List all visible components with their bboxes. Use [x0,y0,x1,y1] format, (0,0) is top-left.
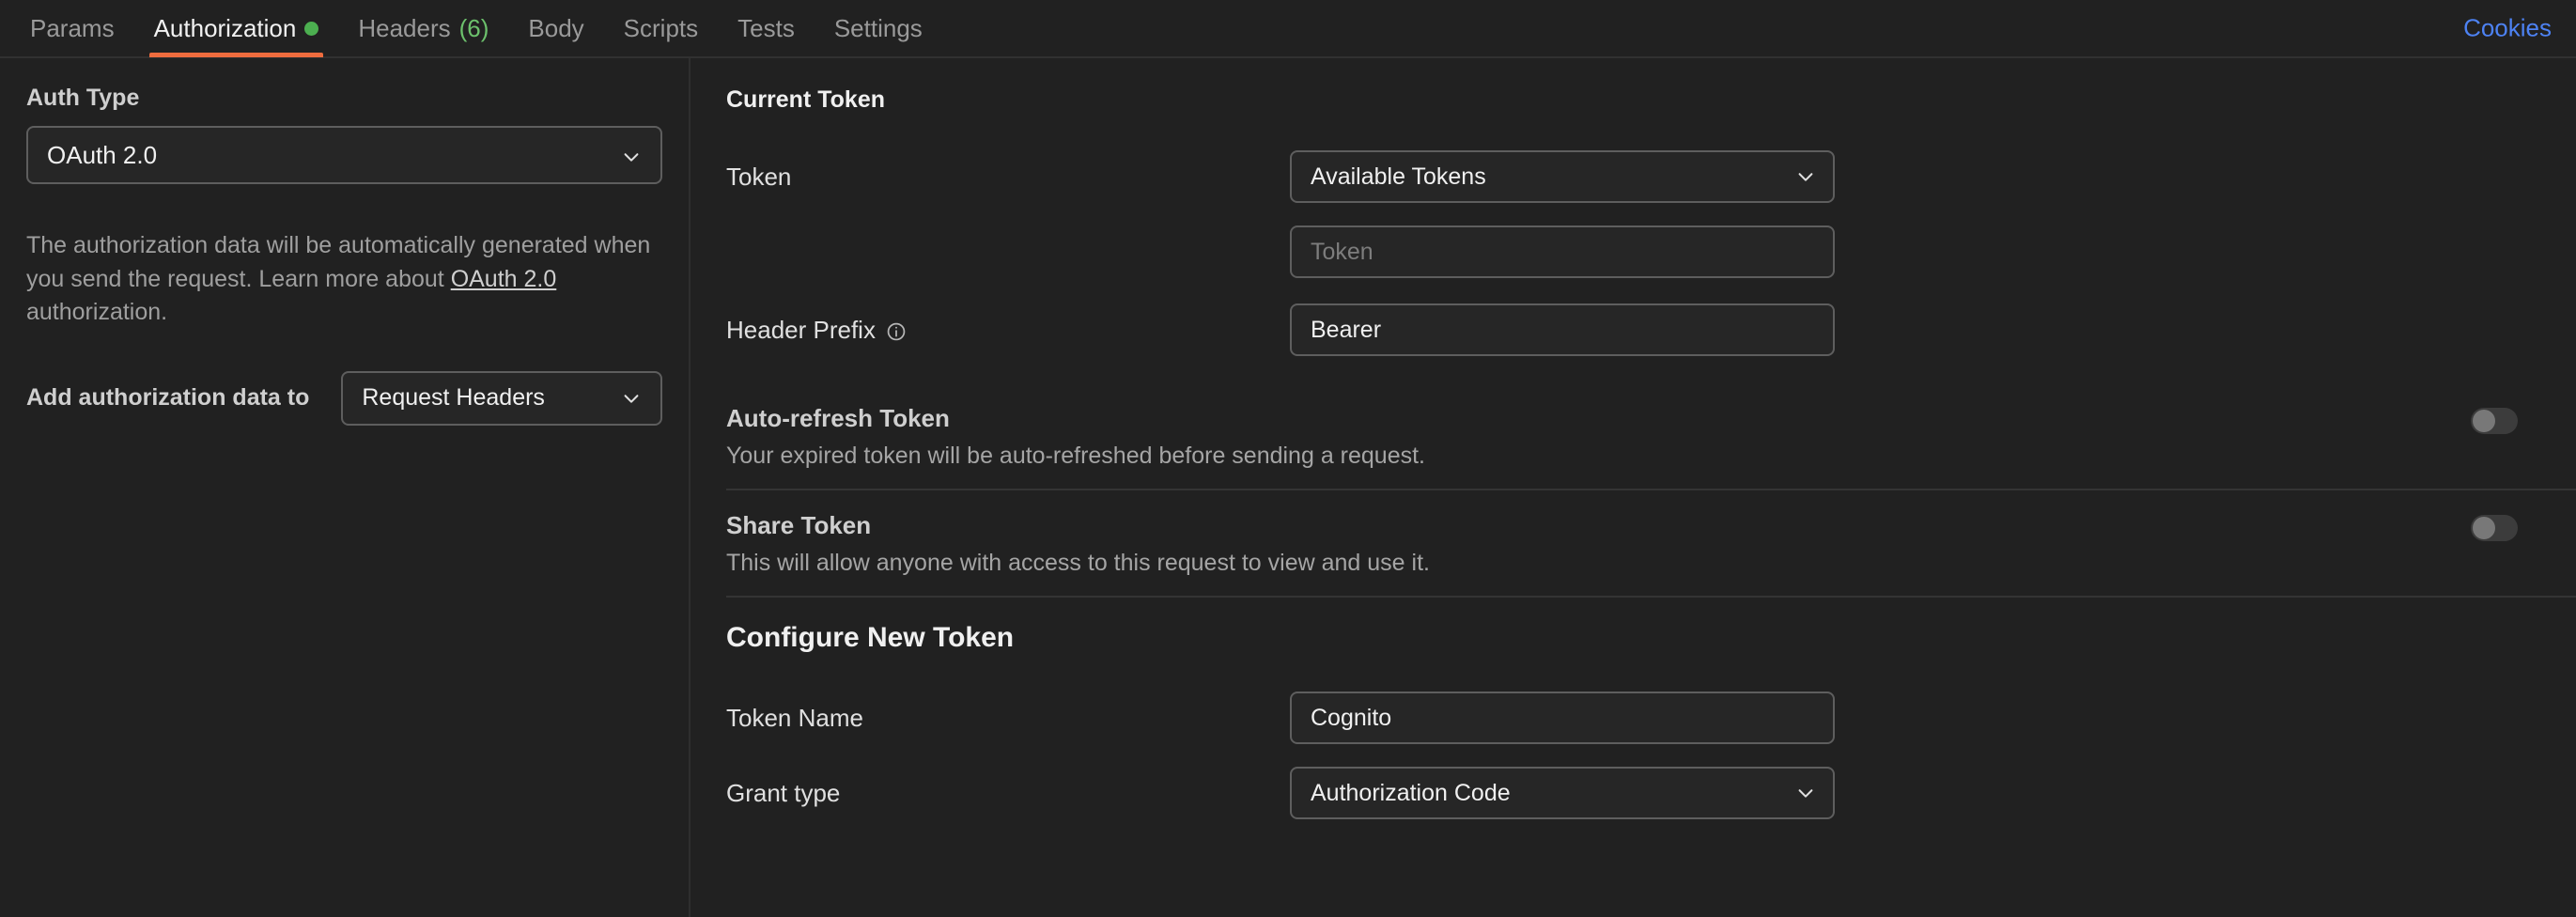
info-icon[interactable] [886,319,907,340]
toggle-knob [2473,517,2495,539]
token-name-value: Cognito [1311,705,1391,732]
share-token-row: Share Token This will allow anyone with … [692,511,2576,577]
header-prefix-row: Header Prefix Bearer [692,303,2576,356]
tab-label: Params [30,14,115,43]
configure-new-token-heading: Configure New Token [692,622,2576,654]
tab-label: Authorization [154,14,297,43]
token-label: Token [726,163,1290,192]
tab-authorization[interactable]: Authorization [134,0,339,57]
token-input-placeholder: Token [1311,239,1373,266]
tab-headers[interactable]: Headers (6) [338,0,508,57]
auth-type-label: Auth Type [26,85,662,112]
tab-label: Body [528,14,583,43]
oauth2-learn-more-link[interactable]: OAuth 2.0 [451,266,557,292]
tab-label: Tests [737,14,795,43]
auth-helper-text: The authorization data will be automatic… [26,229,662,330]
add-authorization-data-label: Add authorization data to [26,384,309,412]
cookies-link[interactable]: Cookies [2463,14,2552,43]
header-prefix-label: Header Prefix [726,316,1290,345]
grant-type-select[interactable]: Authorization Code [1290,767,1835,819]
add-authorization-data-value: Request Headers [362,384,545,412]
token-value-row: Token [692,225,2576,278]
tab-settings[interactable]: Settings [815,0,942,57]
tab-body[interactable]: Body [508,0,603,57]
token-input[interactable]: Token [1290,225,1835,278]
auto-refresh-token-description: Your expired token will be auto-refreshe… [726,443,2576,470]
share-token-toggle[interactable] [2471,515,2518,541]
current-token-heading: Current Token [692,86,2576,114]
token-label-text: Token [726,163,791,192]
toggle-knob [2473,410,2495,432]
auth-type-value: OAuth 2.0 [47,141,157,170]
token-name-row: Token Name Cognito [692,692,2576,744]
auto-refresh-token-toggle[interactable] [2471,408,2518,434]
auth-modified-dot-icon [304,22,318,36]
tab-tests[interactable]: Tests [718,0,815,57]
tab-label: Scripts [624,14,698,43]
auth-config-pane: Auth Type OAuth 2.0 The authorization da… [0,58,691,917]
token-name-label: Token Name [726,704,1290,733]
header-prefix-label-text: Header Prefix [726,316,876,345]
header-prefix-input[interactable]: Bearer [1290,303,1835,356]
chevron-down-icon [621,388,642,409]
grant-type-value: Authorization Code [1311,780,1511,807]
token-config-pane: Current Token Token Available Tokens Tok… [692,58,2576,917]
token-name-input[interactable]: Cognito [1290,692,1835,744]
headers-count-badge: (6) [459,14,489,43]
tab-params[interactable]: Params [26,0,134,57]
section-divider [726,489,2576,490]
helper-text-before: The authorization data will be automatic… [26,232,650,292]
share-token-description: This will allow anyone with access to th… [726,550,2576,577]
share-token-title: Share Token [726,511,2576,540]
auth-type-select[interactable]: OAuth 2.0 [26,126,662,184]
tab-label: Headers [358,14,450,43]
available-tokens-select[interactable]: Available Tokens [1290,150,1835,203]
chevron-down-icon [1795,166,1816,187]
grant-type-label: Grant type [726,779,1290,808]
add-authorization-data-row: Add authorization data to Request Header… [26,371,662,426]
auto-refresh-token-row: Auto-refresh Token Your expired token wi… [692,404,2576,470]
available-tokens-value: Available Tokens [1311,163,1486,191]
authorization-panel: Params Authorization Headers (6) Body Sc… [0,0,2576,917]
token-name-label-text: Token Name [726,704,863,733]
tab-scripts[interactable]: Scripts [604,0,718,57]
authorization-body: Auth Type OAuth 2.0 The authorization da… [0,58,2576,917]
helper-text-after: authorization. [26,299,167,325]
grant-type-label-text: Grant type [726,779,840,808]
chevron-down-icon [1795,783,1816,803]
request-tab-bar: Params Authorization Headers (6) Body Sc… [0,0,2576,58]
auto-refresh-token-title: Auto-refresh Token [726,404,2576,433]
add-authorization-data-select[interactable]: Request Headers [341,371,662,426]
section-divider [726,596,2576,598]
token-row: Token Available Tokens [692,150,2576,203]
header-prefix-value: Bearer [1311,317,1381,344]
grant-type-row: Grant type Authorization Code [692,767,2576,819]
chevron-down-icon [621,145,642,165]
tab-label: Settings [834,14,923,43]
